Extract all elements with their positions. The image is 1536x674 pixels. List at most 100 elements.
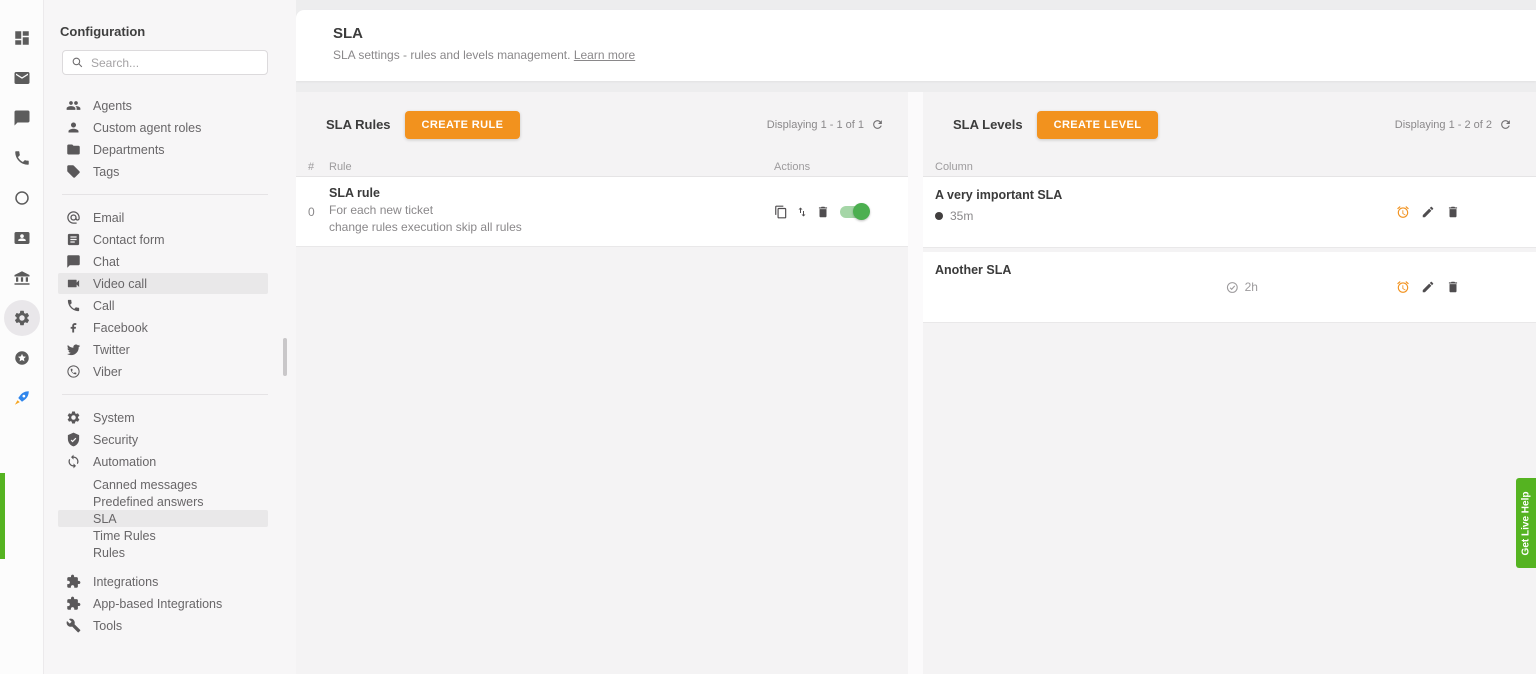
circle-icon xyxy=(13,189,31,207)
configuration-sidebar: Configuration Agents Custom agent roles … xyxy=(44,0,296,674)
sidebar-subitem-time-rules[interactable]: Time Rules xyxy=(58,527,268,544)
phone-icon xyxy=(66,298,81,313)
levels-displaying: Displaying 1 - 2 of 2 xyxy=(1395,118,1512,131)
level-alarm-button[interactable] xyxy=(1396,205,1410,219)
edit-level-button[interactable] xyxy=(1421,205,1435,219)
sidebar-item-chat[interactable]: Chat xyxy=(58,251,268,272)
chat-bubble-icon xyxy=(66,254,81,269)
tickets-nav-button[interactable] xyxy=(4,60,40,96)
search-icon xyxy=(71,56,84,69)
dashboard-nav-button[interactable] xyxy=(4,20,40,56)
sidebar-item-contact-form[interactable]: Contact form xyxy=(58,229,268,250)
rules-displaying: Displaying 1 - 1 of 1 xyxy=(767,118,884,131)
sidebar-item-custom-agent-roles[interactable]: Custom agent roles xyxy=(58,117,268,138)
delete-rule-button[interactable] xyxy=(816,205,830,219)
sidebar-scrollbar[interactable] xyxy=(283,338,287,376)
rule-action-desc: change rules execution skip all rules xyxy=(329,220,774,234)
sidebar-item-label: Tools xyxy=(93,619,122,633)
rule-summary: SLA rule For each new ticket change rule… xyxy=(329,177,774,246)
sidebar-item-label: Chat xyxy=(93,255,119,269)
copy-rule-button[interactable] xyxy=(774,205,788,219)
video-camera-icon xyxy=(66,276,81,291)
sidebar-item-twitter[interactable]: Twitter xyxy=(58,339,268,360)
app-icon-rail xyxy=(0,0,44,674)
sla-level-row[interactable]: A very important SLA 35m xyxy=(923,177,1536,248)
sidebar-item-security[interactable]: Security xyxy=(58,429,268,450)
sidebar-item-tags[interactable]: Tags xyxy=(58,161,268,182)
pencil-icon xyxy=(1421,280,1435,294)
get-live-help-tab[interactable]: Get Live Help xyxy=(1516,478,1536,568)
sla-level-row[interactable]: Another SLA 2h xyxy=(923,252,1536,323)
sidebar-item-facebook[interactable]: Facebook xyxy=(58,317,268,338)
sidebar-subitem-canned-messages[interactable]: Canned messages xyxy=(58,476,268,493)
create-level-button[interactable]: CREATE LEVEL xyxy=(1037,111,1159,139)
alarm-icon xyxy=(1396,280,1410,294)
sidebar-item-label: Tags xyxy=(93,165,119,179)
sidebar-subitem-predefined-answers[interactable]: Predefined answers xyxy=(58,493,268,510)
sidebar-subitem-rules[interactable]: Rules xyxy=(58,544,268,561)
badges-nav-button[interactable] xyxy=(4,340,40,376)
sla-rules-toolbar: SLA Rules CREATE RULE Displaying 1 - 1 o… xyxy=(296,92,908,157)
sidebar-title: Configuration xyxy=(44,0,296,39)
dashboard-icon xyxy=(13,29,31,47)
delete-level-button[interactable] xyxy=(1446,280,1460,294)
sidebar-item-call[interactable]: Call xyxy=(58,295,268,316)
sidebar-item-label: Rules xyxy=(93,546,125,560)
levels-refresh-button[interactable] xyxy=(1499,118,1512,131)
swap-vert-icon xyxy=(796,206,808,218)
phone-icon xyxy=(13,149,31,167)
search-input[interactable] xyxy=(91,56,259,70)
level-alarm-button[interactable] xyxy=(1396,280,1410,294)
sidebar-item-integrations[interactable]: Integrations xyxy=(58,571,268,592)
trash-icon xyxy=(1446,280,1460,294)
sidebar-item-label: System xyxy=(93,411,135,425)
sidebar-item-departments[interactable]: Departments xyxy=(58,139,268,160)
rule-enabled-toggle[interactable] xyxy=(840,206,868,218)
sidebar-item-system[interactable]: System xyxy=(58,407,268,428)
level-duration-badge: 2h xyxy=(1226,280,1258,294)
social-nav-button[interactable] xyxy=(4,180,40,216)
pencil-icon xyxy=(1421,205,1435,219)
wrench-icon xyxy=(66,618,81,633)
delete-level-button[interactable] xyxy=(1446,205,1460,219)
sidebar-item-automation[interactable]: Automation xyxy=(58,451,268,472)
getting-started-nav-button[interactable] xyxy=(4,380,40,416)
level-name: Another SLA xyxy=(935,263,1512,277)
configuration-nav-button[interactable] xyxy=(4,300,40,336)
sidebar-item-agents[interactable]: Agents xyxy=(58,95,268,116)
chat-nav-button[interactable] xyxy=(4,100,40,136)
rule-index: 0 xyxy=(308,177,329,246)
dot-icon xyxy=(935,212,943,220)
viber-icon xyxy=(66,364,81,379)
rules-refresh-button[interactable] xyxy=(871,118,884,131)
sidebar-item-email[interactable]: Email xyxy=(58,207,268,228)
knowledgebase-nav-button[interactable] xyxy=(4,260,40,296)
sidebar-subitem-sla[interactable]: SLA xyxy=(58,510,268,527)
levels-displaying-text: Displaying 1 - 2 of 2 xyxy=(1395,119,1492,131)
sidebar-item-label: Video call xyxy=(93,277,147,291)
sidebar-item-tools[interactable]: Tools xyxy=(58,615,268,636)
customers-nav-button[interactable] xyxy=(4,220,40,256)
form-icon xyxy=(66,232,81,247)
level-actions xyxy=(1396,205,1460,219)
learn-more-link[interactable]: Learn more xyxy=(574,48,635,62)
facebook-icon xyxy=(66,320,81,335)
calls-nav-button[interactable] xyxy=(4,140,40,176)
sidebar-item-label: Integrations xyxy=(93,575,158,589)
star-badge-icon xyxy=(13,349,31,367)
chat-tab-partial[interactable] xyxy=(0,473,5,559)
sidebar-item-app-based-integrations[interactable]: App-based Integrations xyxy=(58,593,268,614)
sidebar-item-video-call[interactable]: Video call xyxy=(58,273,268,294)
reorder-rule-button[interactable] xyxy=(796,206,808,218)
edit-level-button[interactable] xyxy=(1421,280,1435,294)
level-duration: 2h xyxy=(1245,280,1258,294)
rule-actions xyxy=(774,177,884,246)
sla-rule-row[interactable]: 0 SLA rule For each new ticket change ru… xyxy=(296,177,908,247)
sidebar-item-viber[interactable]: Viber xyxy=(58,361,268,382)
create-rule-button[interactable]: CREATE RULE xyxy=(405,111,521,139)
rules-col-index: # xyxy=(308,161,329,173)
rules-table-header: # Rule Actions xyxy=(296,157,908,177)
sidebar-item-label: SLA xyxy=(93,512,117,526)
sidebar-item-label: Custom agent roles xyxy=(93,121,201,135)
sidebar-item-label: Time Rules xyxy=(93,529,156,543)
